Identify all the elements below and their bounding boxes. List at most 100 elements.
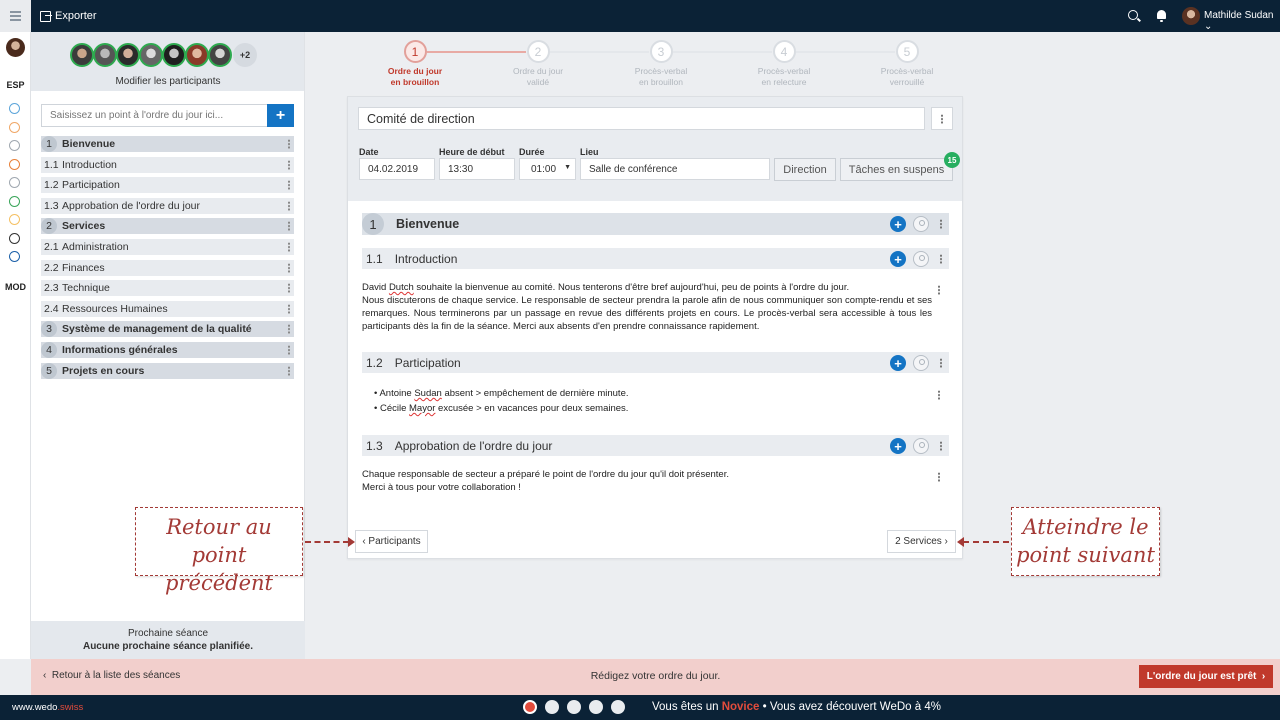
assign-person-icon[interactable] bbox=[913, 355, 929, 371]
participant-avatar[interactable] bbox=[162, 43, 186, 67]
mod-label[interactable]: MOD bbox=[0, 282, 31, 292]
bell-icon[interactable] bbox=[1157, 10, 1166, 22]
kebab-icon[interactable] bbox=[940, 358, 942, 368]
kebab-icon[interactable] bbox=[288, 365, 290, 376]
add-item-button[interactable]: + bbox=[267, 104, 294, 127]
agenda-item[interactable]: 2.2 Finances bbox=[41, 259, 294, 276]
kebab-icon[interactable] bbox=[940, 254, 942, 264]
search-icon[interactable] bbox=[1128, 10, 1138, 20]
section-content[interactable]: Chaque responsable de secteur a préparé … bbox=[362, 468, 932, 494]
kebab-icon[interactable] bbox=[288, 303, 290, 314]
kebab-icon[interactable] bbox=[288, 283, 290, 294]
kebab-icon[interactable] bbox=[288, 241, 290, 252]
esp-label[interactable]: ESP bbox=[0, 80, 31, 90]
user-avatar[interactable] bbox=[1182, 7, 1200, 25]
previous-item-button[interactable]: ‹ Participants bbox=[355, 530, 428, 553]
agenda-item-input[interactable] bbox=[41, 104, 267, 127]
agenda-item[interactable]: 2 Services bbox=[41, 218, 294, 235]
agenda-item[interactable]: 1.1 Introduction bbox=[41, 156, 294, 173]
kebab-icon[interactable] bbox=[938, 390, 940, 400]
export-button[interactable]: Exporter bbox=[40, 10, 97, 22]
kebab-icon[interactable] bbox=[288, 221, 290, 232]
agenda-item[interactable]: 1.2 Participation bbox=[41, 177, 294, 194]
agenda-ready-button[interactable]: L'ordre du jour est prêt › bbox=[1139, 665, 1273, 688]
space-dot-icon[interactable] bbox=[9, 177, 20, 188]
space-dot-icon[interactable] bbox=[9, 233, 20, 244]
section-header[interactable]: 1 Bienvenue + bbox=[362, 213, 949, 235]
workflow-step[interactable]: 1 Ordre du jour en brouillon bbox=[370, 40, 460, 88]
space-dot-icon[interactable] bbox=[9, 196, 20, 207]
space-dot-icon[interactable] bbox=[9, 103, 20, 114]
section-header[interactable]: 1.2 Participation + bbox=[362, 352, 949, 373]
section-content[interactable]: David Dutch souhaite la bienvenue au com… bbox=[362, 281, 932, 333]
space-dot-icon[interactable] bbox=[9, 214, 20, 225]
direction-button[interactable]: Direction bbox=[774, 158, 836, 181]
section-header[interactable]: 1.1 Introduction + bbox=[362, 248, 949, 269]
place-field[interactable]: Salle de conférence bbox=[580, 158, 770, 180]
kebab-icon[interactable] bbox=[288, 324, 290, 335]
participant-avatar[interactable] bbox=[70, 43, 94, 67]
section-content[interactable]: Antoine Sudan absent > empêchement de de… bbox=[362, 387, 932, 417]
agenda-item[interactable]: 3 Système de management de la qualité bbox=[41, 321, 294, 338]
kebab-icon[interactable] bbox=[288, 262, 290, 273]
participant-avatar[interactable] bbox=[208, 43, 232, 67]
more-participants-badge[interactable]: +2 bbox=[233, 43, 257, 67]
modify-participants-link[interactable]: Modifier les participants bbox=[31, 76, 305, 87]
progress-dot[interactable] bbox=[611, 700, 625, 714]
workflow-step[interactable]: 5 Procès-verbal verrouillé bbox=[862, 40, 952, 88]
add-subitem-icon[interactable]: + bbox=[890, 355, 906, 371]
agenda-item-number: 1.1 bbox=[44, 158, 59, 171]
agenda-item[interactable]: 2.4 Ressources Humaines bbox=[41, 300, 294, 317]
workflow-step[interactable]: 3 Procès-verbal en brouillon bbox=[616, 40, 706, 88]
participant-avatar[interactable] bbox=[139, 43, 163, 67]
next-item-button[interactable]: 2 Services › bbox=[887, 530, 956, 553]
user-menu[interactable]: Mathilde Sudan ⌄ bbox=[1204, 10, 1280, 32]
space-dot-icon[interactable] bbox=[9, 140, 20, 151]
assign-person-icon[interactable] bbox=[913, 251, 929, 267]
participant-avatar[interactable] bbox=[93, 43, 117, 67]
assign-person-icon[interactable] bbox=[913, 216, 929, 232]
meeting-title-field[interactable]: Comité de direction bbox=[358, 107, 925, 130]
agenda-item[interactable]: 2.1 Administration bbox=[41, 238, 294, 255]
rail-avatar[interactable] bbox=[6, 38, 25, 57]
participant-avatar[interactable] bbox=[116, 43, 140, 67]
pending-tasks-button[interactable]: Tâches en suspens bbox=[840, 158, 953, 181]
progress-dot[interactable] bbox=[567, 700, 581, 714]
agenda-item[interactable]: 1 Bienvenue bbox=[41, 136, 294, 152]
workflow-step[interactable]: 4 Procès-verbal en relecture bbox=[739, 40, 829, 88]
agenda-item[interactable]: 5 Projets en cours bbox=[41, 362, 294, 379]
participant-avatar[interactable] bbox=[185, 43, 209, 67]
assign-person-icon[interactable] bbox=[913, 438, 929, 454]
kebab-icon[interactable] bbox=[288, 344, 290, 355]
progress-dot[interactable] bbox=[589, 700, 603, 714]
progress-dot[interactable] bbox=[523, 700, 537, 714]
start-time-field[interactable]: 13:30 bbox=[439, 158, 515, 180]
space-dot-icon[interactable] bbox=[9, 122, 20, 133]
meeting-options-button[interactable] bbox=[931, 107, 953, 130]
agenda-item[interactable]: 1.3 Approbation de l'ordre du jour bbox=[41, 197, 294, 214]
brand-logo[interactable]: www.wedo.swiss bbox=[12, 702, 83, 713]
kebab-icon[interactable] bbox=[940, 219, 942, 229]
kebab-icon[interactable] bbox=[288, 180, 290, 191]
kebab-icon[interactable] bbox=[938, 472, 940, 482]
add-subitem-icon[interactable]: + bbox=[890, 216, 906, 232]
kebab-icon[interactable] bbox=[288, 159, 290, 170]
add-subitem-icon[interactable]: + bbox=[890, 438, 906, 454]
space-dot-icon[interactable] bbox=[9, 251, 20, 262]
kebab-icon[interactable] bbox=[940, 441, 942, 451]
workflow-step[interactable]: 2 Ordre du jour validé bbox=[493, 40, 583, 88]
kebab-icon[interactable] bbox=[938, 285, 940, 295]
date-field[interactable]: 04.02.2019 bbox=[359, 158, 435, 180]
duration-select[interactable]: 01:00 ▼ bbox=[519, 158, 576, 180]
space-dot-icon[interactable] bbox=[9, 159, 20, 170]
kebab-icon[interactable] bbox=[288, 200, 290, 211]
agenda-item[interactable]: 4 Informations générales bbox=[41, 341, 294, 358]
back-to-meetings-link[interactable]: ‹ Retour à la liste des séances bbox=[43, 670, 180, 681]
agenda-item[interactable]: 2.3 Technique bbox=[41, 280, 294, 297]
kebab-icon[interactable] bbox=[288, 139, 290, 149]
add-subitem-icon[interactable]: + bbox=[890, 251, 906, 267]
section-header[interactable]: 1.3 Approbation de l'ordre du jour + bbox=[362, 435, 949, 456]
menu-icon[interactable] bbox=[0, 0, 31, 32]
participants-avatars[interactable]: +2 bbox=[70, 43, 257, 67]
progress-dot[interactable] bbox=[545, 700, 559, 714]
